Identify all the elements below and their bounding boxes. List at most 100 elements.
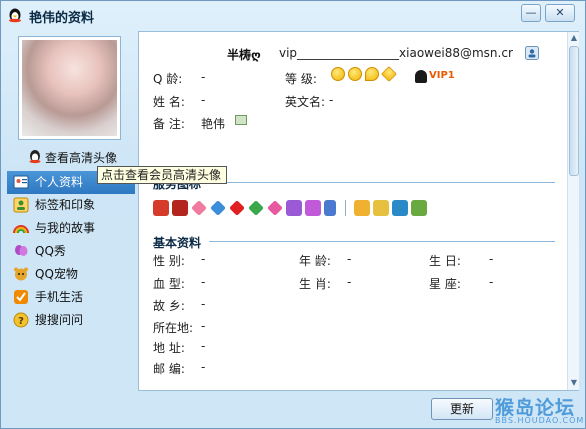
svg-text:?: ? xyxy=(18,316,24,327)
star-icon xyxy=(381,66,397,82)
level-icons xyxy=(331,66,399,83)
sidebar-item-tags[interactable]: 标签和印象 xyxy=(7,194,135,217)
diamond-green-icon[interactable] xyxy=(248,200,264,216)
sidebar-item-story[interactable]: 与我的故事 xyxy=(7,217,135,240)
profile-content-panel: 半梼ღ vip_________________xiaowei88@msn.cr… xyxy=(138,31,579,391)
phone-icon[interactable] xyxy=(324,200,336,216)
sidebar-item-soso-ask[interactable]: ? 搜搜问问 xyxy=(7,309,135,332)
qqshow-avatar-icon[interactable] xyxy=(354,200,370,216)
sidebar-nav: 个人资料 标签和印象 与我的故事 QQ秀 QQ宠物 手机生活 ? 搜搜问问 xyxy=(7,171,135,332)
sun-icon xyxy=(331,67,345,81)
window-title: 艳伟的资料 xyxy=(29,11,95,26)
blood-type-label: 血 型: xyxy=(153,277,185,291)
birthday-value: - xyxy=(489,252,494,266)
postcode-value: - xyxy=(201,360,206,374)
close-button[interactable]: ✕ xyxy=(545,4,575,22)
sidebar-item-label: 标签和印象 xyxy=(35,198,96,212)
hd-avatar-tooltip: 点击查看会员高清头像 xyxy=(97,166,227,184)
hometown-value: - xyxy=(201,297,206,311)
sidebar-item-qqpet[interactable]: QQ宠物 xyxy=(7,263,135,286)
vip-badge[interactable]: VIP1 xyxy=(415,70,455,83)
diamond-violet-icon[interactable] xyxy=(305,200,321,216)
postcode-label: 邮 编: xyxy=(153,362,185,376)
vip-badge-label: VIP1 xyxy=(429,70,455,81)
location-label: 所在地: xyxy=(153,321,194,335)
pet-yellow-icon[interactable] xyxy=(373,200,389,216)
sidebar-item-label: QQ宠物 xyxy=(35,267,78,281)
title-bar[interactable]: 艳伟的资料 — ✕ xyxy=(1,1,586,29)
signature: vip_________________xiaowei88@msn.cr xyxy=(279,46,513,60)
avatar-photo xyxy=(22,40,117,136)
remark-label: 备 注: xyxy=(153,117,185,131)
profile-card-icon xyxy=(13,175,29,189)
english-name-label: 英文名: xyxy=(285,95,326,109)
check-badge-icon xyxy=(14,290,28,304)
scrollbar-thumb[interactable] xyxy=(569,46,579,176)
sidebar-item-label: 搜搜问问 xyxy=(35,313,84,327)
diamond-purple-icon[interactable] xyxy=(286,200,302,216)
constellation-label: 星 座: xyxy=(429,277,461,291)
sidebar-item-mobile-life[interactable]: 手机生活 xyxy=(7,286,135,309)
location-value: - xyxy=(201,319,206,333)
birthday-label: 生 日: xyxy=(429,254,461,268)
gender-value: - xyxy=(201,252,206,266)
name-label: 姓 名: xyxy=(153,95,185,109)
music-icon[interactable] xyxy=(411,200,427,216)
name-value: - xyxy=(201,93,206,107)
address-label: 地 址: xyxy=(153,341,185,355)
qq-age-value: - xyxy=(201,70,206,84)
sidebar-item-qqshow[interactable]: QQ秀 xyxy=(7,240,135,263)
contact-card-icon[interactable] xyxy=(525,46,539,60)
watermark-url: BBS.HOUDAO.COM xyxy=(495,416,585,425)
zodiac-value: - xyxy=(347,275,352,289)
sidebar: 查看高清头像 点击查看会员高清头像 个人资料 标签和印象 与我的故事 QQ秀 Q… xyxy=(7,31,227,391)
view-hd-avatar-label: 查看高清头像 xyxy=(45,151,118,165)
qq-age-label: Q 龄: xyxy=(153,72,183,86)
gender-label: 性 别: xyxy=(153,254,185,268)
vip-penguin-icon xyxy=(415,70,427,83)
sidebar-item-label: 手机生活 xyxy=(35,290,84,304)
qq-penguin-icon xyxy=(29,150,41,164)
tag-person-icon xyxy=(13,197,29,213)
sidebar-item-label: 与我的故事 xyxy=(35,221,96,235)
zodiac-label: 生 肖: xyxy=(299,277,331,291)
english-name-value: - xyxy=(329,93,334,107)
diamond-magenta-icon[interactable] xyxy=(267,200,283,216)
basic-info-title: 基本资料 xyxy=(153,236,202,250)
vertical-scrollbar[interactable]: ▲ ▼ xyxy=(567,32,579,390)
scroll-up-arrow-icon[interactable]: ▲ xyxy=(569,33,579,43)
scroll-down-arrow-icon[interactable]: ▼ xyxy=(569,378,579,388)
level-label: 等 级: xyxy=(285,72,317,86)
pet-icon xyxy=(14,267,28,281)
service-separator xyxy=(345,200,346,216)
balloon-icon xyxy=(15,245,28,256)
avatar[interactable] xyxy=(18,36,121,140)
age-value: - xyxy=(347,252,352,266)
constellation-value: - xyxy=(489,275,494,289)
sidebar-item-label: 个人资料 xyxy=(35,175,84,189)
remark-value: 艳伟 xyxy=(201,117,226,131)
question-icon: ? xyxy=(13,312,29,328)
section-divider xyxy=(209,241,555,242)
game-icon[interactable] xyxy=(392,200,408,216)
profile-window: 艳伟的资料 — ✕ 查看高清头像 点击查看会员高清头像 个人资料 标签和印象 与… xyxy=(0,0,586,429)
sidebar-item-label: QQ秀 xyxy=(35,244,66,258)
nickname: 半梼ღ xyxy=(227,48,261,62)
section-divider xyxy=(215,182,555,183)
sun-icon xyxy=(348,67,362,81)
penguin-red-icon[interactable] xyxy=(153,200,169,216)
refresh-button[interactable]: 更新 xyxy=(431,398,493,420)
diamond-pink-icon[interactable] xyxy=(191,200,207,216)
moon-icon xyxy=(365,67,379,81)
diamond-blue-icon[interactable] xyxy=(210,200,226,216)
age-label: 年 龄: xyxy=(299,254,331,268)
edit-remark-icon[interactable] xyxy=(235,115,247,125)
rainbow-icon xyxy=(13,225,29,234)
blood-type-value: - xyxy=(201,275,206,289)
hometown-label: 故 乡: xyxy=(153,299,185,313)
diamond-red-icon[interactable] xyxy=(229,200,245,216)
penguin-dark-icon[interactable] xyxy=(172,200,188,216)
qq-penguin-icon xyxy=(9,8,21,23)
address-value: - xyxy=(201,339,206,353)
minimize-button[interactable]: — xyxy=(521,4,541,22)
